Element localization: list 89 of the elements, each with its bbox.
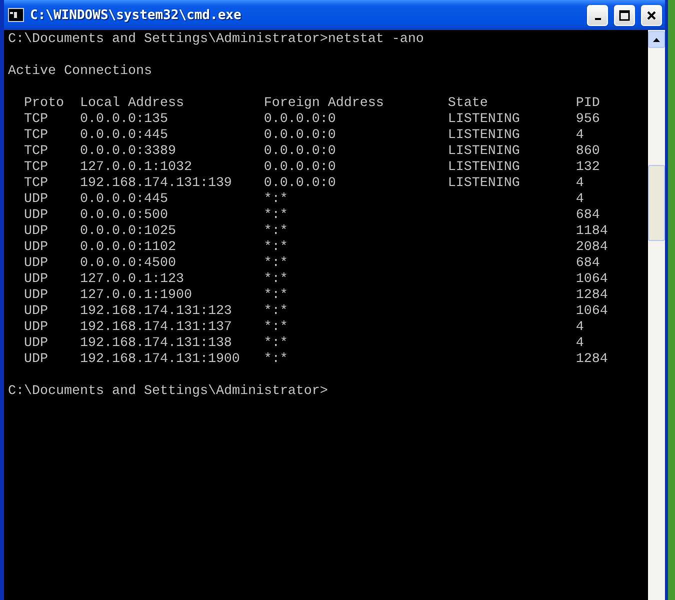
table-cell-text: UDP (24, 336, 49, 352)
table-cell-text: 4 (576, 320, 585, 336)
table-cell-text: 0.0.0.0:0 (264, 112, 337, 128)
table-cell-text: 2084 (576, 240, 609, 256)
up-arrow-icon (653, 38, 660, 42)
table-cell-text: *:* (264, 208, 289, 224)
command-prompt: C:\Documents and Settings\Administrator> (8, 384, 329, 400)
table-cell-text: UDP (24, 304, 49, 320)
table-cell-text: UDP (24, 272, 49, 288)
table-cell-text: 860 (576, 144, 601, 160)
table-cell-text: 192.168.174.131:1900 (80, 352, 241, 368)
table-cell-text: 4 (576, 128, 585, 144)
table-cell-text: LISTENING (448, 160, 521, 176)
table-cell-text: 127.0.0.1:123 (80, 272, 185, 288)
table-cell-text: LISTENING (448, 176, 521, 192)
table-cell-text: UDP (24, 288, 49, 304)
table-cell-text: 0.0.0.0:500 (80, 208, 169, 224)
table-cell-text: UDP (24, 352, 49, 368)
close-button[interactable] (641, 4, 662, 26)
table-cell-text: LISTENING (448, 144, 521, 160)
table-cell-text: 1184 (576, 224, 609, 240)
table-cell-text: 127.0.0.1:1032 (80, 160, 193, 176)
table-cell-text: UDP (24, 208, 49, 224)
table-cell-text: *:* (264, 224, 289, 240)
window-title: C:\WINDOWS\system32\cmd.exe (30, 8, 242, 22)
table-cell-text: 1284 (576, 288, 609, 304)
table-cell-text: 0.0.0.0:0 (264, 160, 337, 176)
table-cell-text: 0.0.0.0:4500 (80, 256, 177, 272)
table-cell-text: 0.0.0.0:0 (264, 144, 337, 160)
close-icon (646, 10, 657, 20)
table-cell-text: 0.0.0.0:445 (80, 192, 169, 208)
table-cell-text: 0.0.0.0:135 (80, 112, 169, 128)
table-cell-text: *:* (264, 336, 289, 352)
table-cell-text: 192.168.174.131:138 (80, 336, 233, 352)
table-cell-text: 192.168.174.131:137 (80, 320, 233, 336)
table-cell-text: 1284 (576, 352, 609, 368)
command-line: C:\Documents and Settings\Administrator>netstat -ano (8, 32, 425, 48)
table-cell-text: *:* (264, 192, 289, 208)
table-cell-text: 1064 (576, 272, 609, 288)
table-cell-text: 0.0.0.0:1025 (80, 224, 177, 240)
table-cell-text: LISTENING (448, 112, 521, 128)
table-cell-text: 192.168.174.131:123 (80, 304, 233, 320)
scrollbar-thumb[interactable] (648, 165, 665, 241)
maximize-icon (619, 10, 630, 20)
table-cell-text: UDP (24, 240, 49, 256)
table-cell-text: 4 (576, 176, 585, 192)
table-cell-text: 684 (576, 256, 601, 272)
table-cell-text: 0.0.0.0:0 (264, 176, 337, 192)
table-cell-text: TCP (24, 128, 49, 144)
column-header: Proto (24, 96, 65, 112)
minimize-icon (594, 18, 600, 20)
table-cell-text: *:* (264, 272, 289, 288)
column-header: PID (576, 96, 601, 112)
table-cell-text: TCP (24, 176, 49, 192)
table-cell-text: 684 (576, 208, 601, 224)
column-header: Foreign Address (264, 96, 385, 112)
vertical-scrollbar[interactable] (648, 30, 665, 600)
column-header: Local Address (80, 96, 185, 112)
table-cell-text: 132 (576, 160, 601, 176)
table-cell-text: 0.0.0.0:0 (264, 128, 337, 144)
table-cell-text: 0.0.0.0:1102 (80, 240, 177, 256)
console-app-icon (8, 8, 24, 22)
minimize-button[interactable] (587, 4, 608, 26)
table-cell-text: 0.0.0.0:3389 (80, 144, 177, 160)
section-heading: Active Connections (8, 64, 153, 80)
table-cell-text: UDP (24, 256, 49, 272)
table-cell-text: UDP (24, 320, 49, 336)
scroll-up-button[interactable] (648, 31, 665, 48)
table-cell-text: *:* (264, 320, 289, 336)
table-cell-text: LISTENING (448, 128, 521, 144)
table-cell-text: *:* (264, 256, 289, 272)
column-header: State (448, 96, 489, 112)
table-cell-text: TCP (24, 144, 49, 160)
table-cell-text: 4 (576, 336, 585, 352)
maximize-button[interactable] (614, 4, 635, 26)
table-cell-text: 192.168.174.131:139 (80, 176, 233, 192)
table-cell-text: 127.0.0.1:1900 (80, 288, 193, 304)
table-cell-text: TCP (24, 160, 49, 176)
table-cell-text: 4 (576, 192, 585, 208)
table-cell-text: *:* (264, 304, 289, 320)
table-cell-text: *:* (264, 288, 289, 304)
table-cell-text: *:* (264, 240, 289, 256)
table-cell-text: *:* (264, 352, 289, 368)
table-cell-text: UDP (24, 224, 49, 240)
table-cell-text: 1064 (576, 304, 609, 320)
table-cell-text: TCP (24, 112, 49, 128)
table-cell-text: 0.0.0.0:445 (80, 128, 169, 144)
table-cell-text: UDP (24, 192, 49, 208)
table-cell-text: 956 (576, 112, 601, 128)
